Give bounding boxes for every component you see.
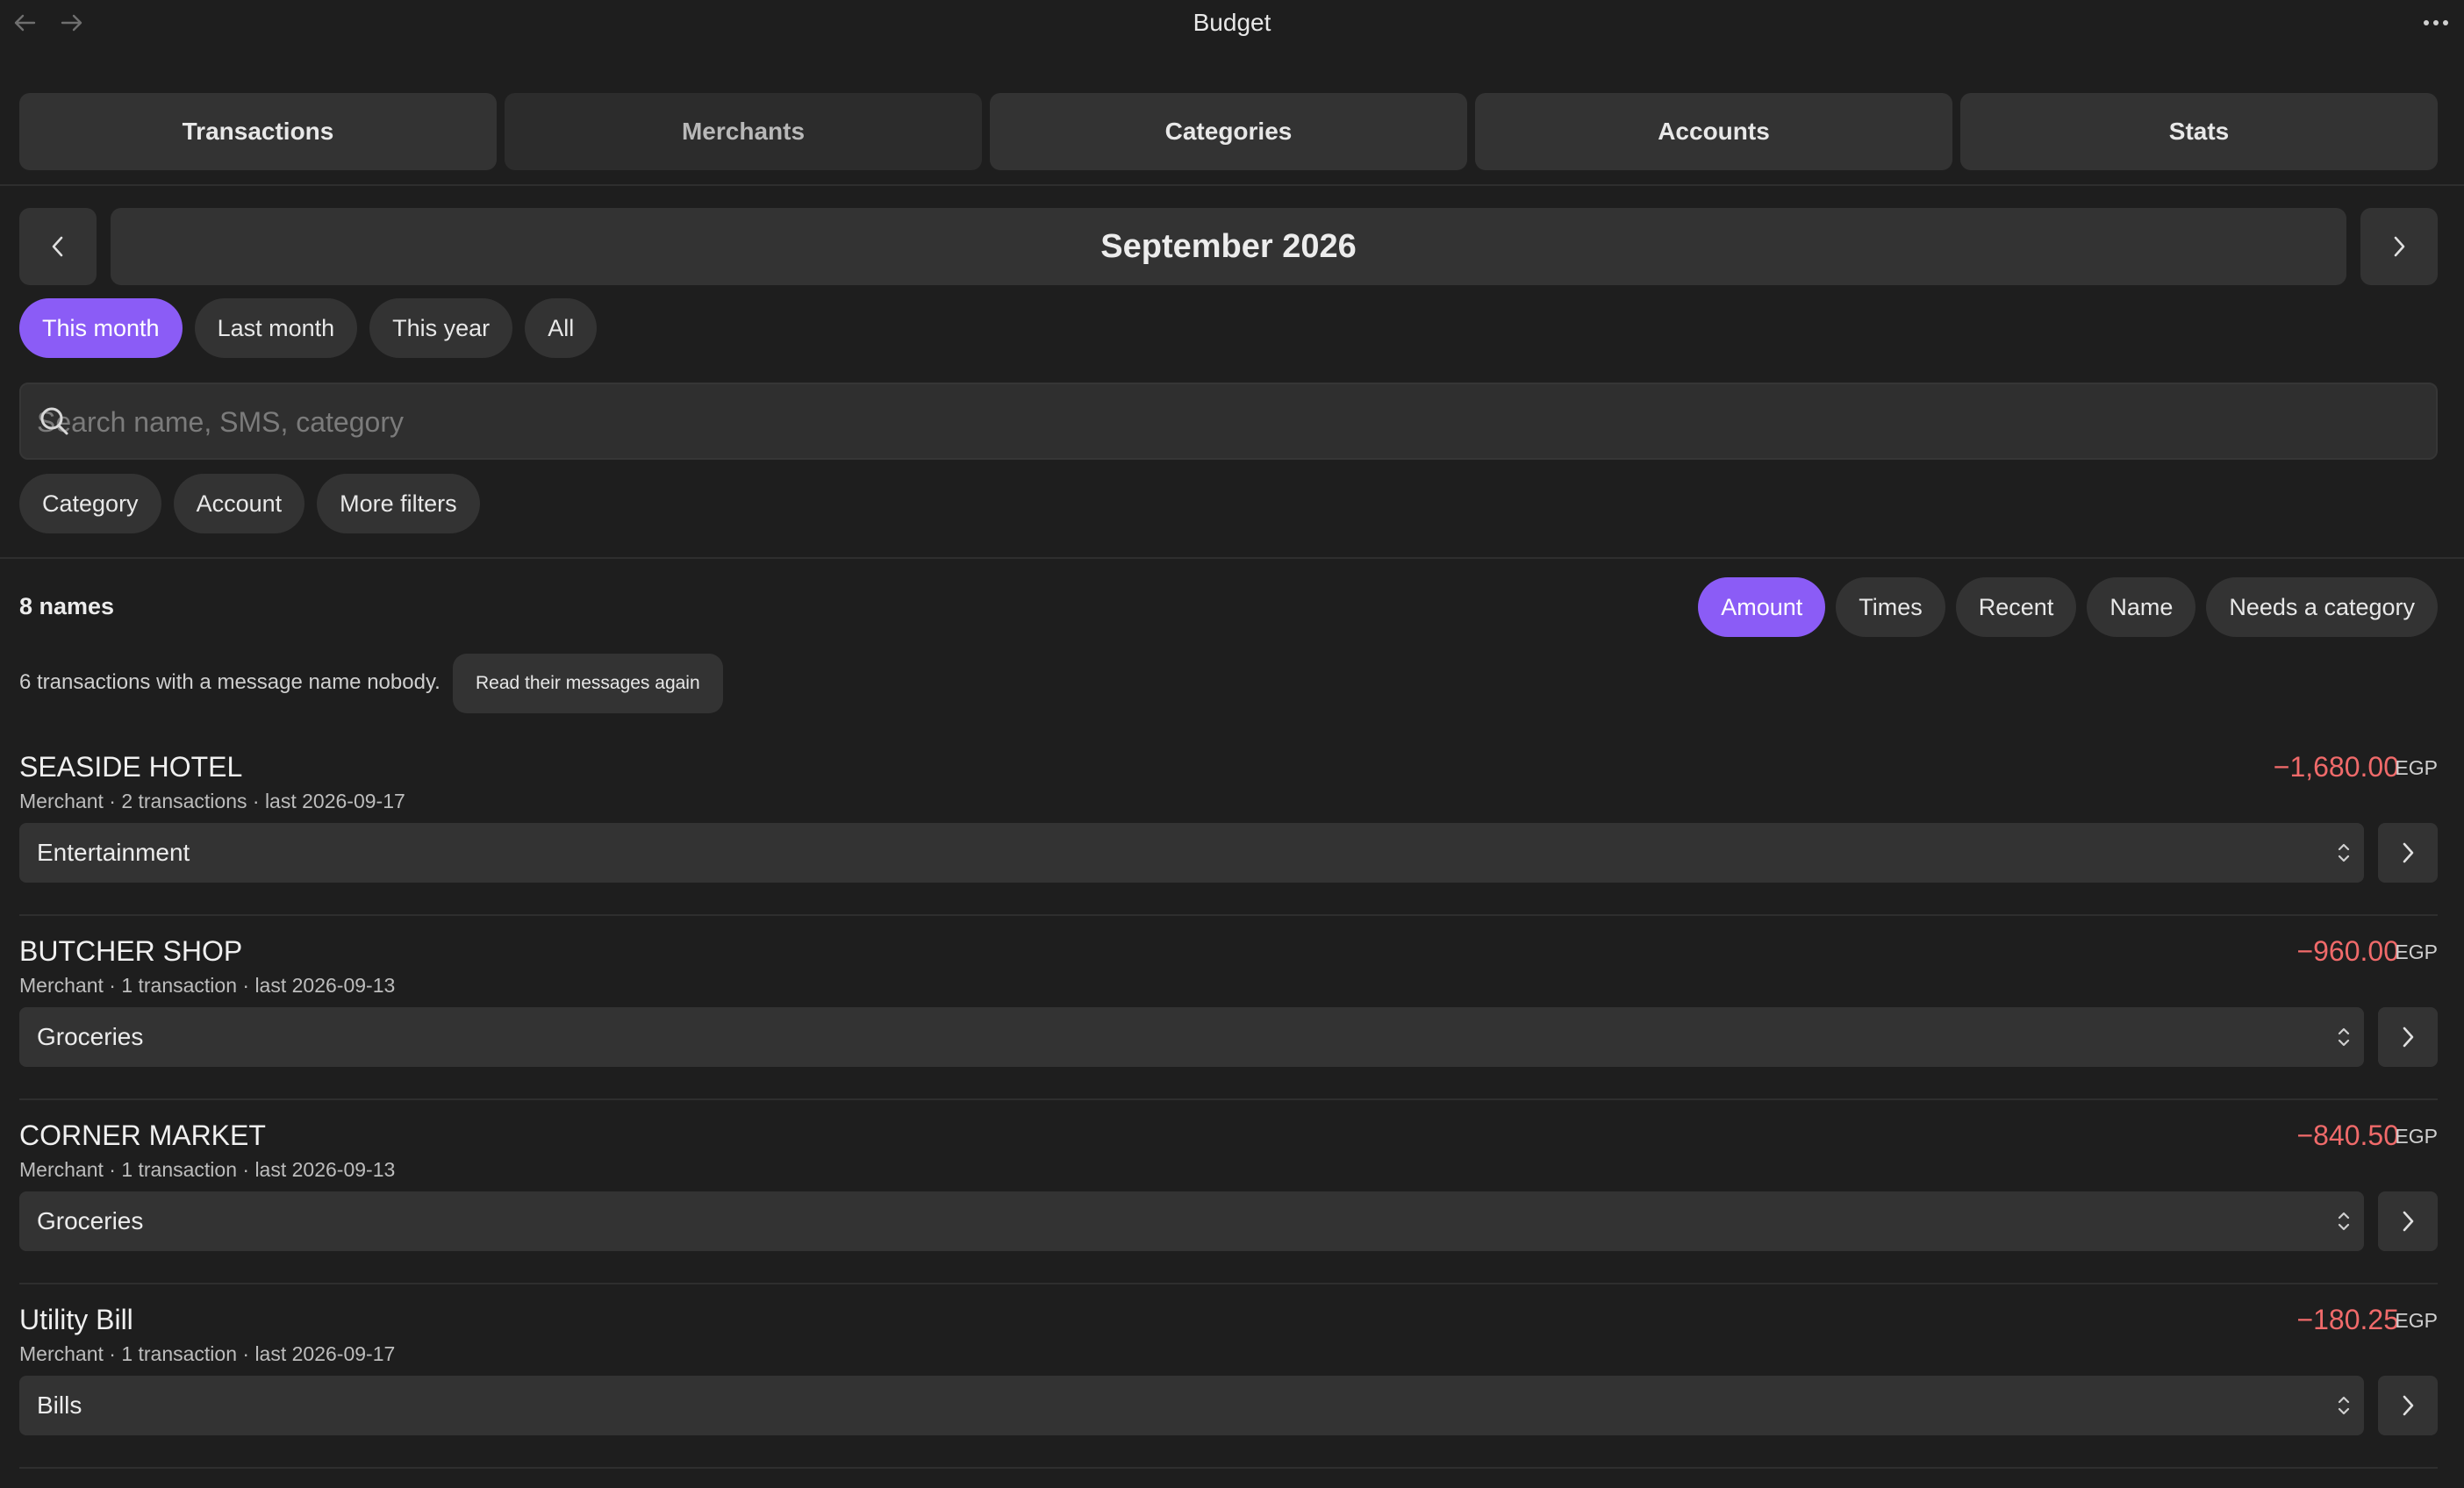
category-value: Groceries bbox=[37, 1207, 144, 1234]
merchant-name: SEASIDE HOTEL bbox=[19, 751, 243, 783]
merchant-meta: Merchant · 2 transactions · last 2026-09… bbox=[19, 790, 405, 812]
tab-stats[interactable]: Stats bbox=[1960, 93, 2438, 170]
list-item: SEASIDE HOTEL Merchant · 2 transactions … bbox=[0, 751, 2464, 935]
chevron-right-icon bbox=[2394, 236, 2405, 257]
sort-needs-category[interactable]: Needs a category bbox=[2206, 577, 2438, 637]
row-divider bbox=[19, 1098, 2438, 1100]
range-chips: This month Last month This year All bbox=[19, 298, 598, 358]
category-select[interactable]: Groceries bbox=[19, 1007, 2364, 1067]
category-value: Groceries bbox=[37, 1023, 144, 1050]
reread-messages-button[interactable]: Read their messages again bbox=[453, 654, 723, 713]
sort-times[interactable]: Times bbox=[1836, 577, 1945, 637]
filter-chips: Category Account More filters bbox=[19, 474, 480, 533]
merchant-meta: Merchant · 1 transaction · last 2026-09-… bbox=[19, 1342, 396, 1365]
merchant-amount: −840.50 bbox=[2296, 1120, 2399, 1151]
search-input[interactable] bbox=[35, 384, 2408, 460]
range-last-month[interactable]: Last month bbox=[194, 298, 358, 358]
merchant-name: Utility Bill bbox=[19, 1304, 133, 1335]
chevron-left-icon bbox=[52, 236, 63, 257]
tabs-divider bbox=[0, 184, 2464, 186]
tab-categories[interactable]: Categories bbox=[990, 93, 1467, 170]
category-select[interactable]: Bills bbox=[19, 1376, 2364, 1435]
filter-account[interactable]: Account bbox=[173, 474, 305, 533]
sort-name[interactable]: Name bbox=[2087, 577, 2196, 637]
range-all[interactable]: All bbox=[525, 298, 598, 358]
merchant-amount: −1,680.00 bbox=[2273, 751, 2399, 783]
merchant-amount: −960.00 bbox=[2296, 935, 2399, 967]
names-count: 8 names bbox=[19, 593, 115, 619]
currency-label: EGP bbox=[2395, 941, 2438, 963]
chevron-right-icon bbox=[2403, 1395, 2414, 1416]
category-select[interactable]: Entertainment bbox=[19, 823, 2364, 883]
open-merchant-button[interactable] bbox=[2378, 1191, 2438, 1251]
tab-transactions[interactable]: Transactions bbox=[19, 93, 497, 170]
chevron-right-icon bbox=[2403, 1211, 2414, 1232]
chevron-up-down-icon bbox=[2338, 1396, 2350, 1415]
sort-options: Amount Times Recent Name Needs a categor… bbox=[1698, 577, 2438, 637]
merchant-meta: Merchant · 1 transaction · last 2026-09-… bbox=[19, 974, 396, 997]
list-item: BUTCHER SHOP Merchant · 1 transaction · … bbox=[0, 935, 2464, 1120]
filter-more[interactable]: More filters bbox=[317, 474, 480, 533]
range-this-month[interactable]: This month bbox=[19, 298, 183, 358]
main-tabs: Transactions Merchants Categories Accoun… bbox=[19, 93, 2438, 170]
tab-accounts[interactable]: Accounts bbox=[1475, 93, 1952, 170]
more-options-button[interactable] bbox=[2417, 7, 2455, 39]
category-select[interactable]: Groceries bbox=[19, 1191, 2364, 1251]
merchant-amount: −180.25 bbox=[2296, 1304, 2399, 1335]
chevron-up-down-icon bbox=[2338, 843, 2350, 862]
tab-merchants[interactable]: Merchants bbox=[505, 93, 982, 170]
search-box bbox=[19, 383, 2438, 460]
chevron-up-down-icon bbox=[2338, 1027, 2350, 1047]
row-divider bbox=[19, 1283, 2438, 1284]
range-this-year[interactable]: This year bbox=[369, 298, 513, 358]
category-value: Bills bbox=[37, 1391, 82, 1419]
search-icon bbox=[40, 407, 68, 435]
filter-category[interactable]: Category bbox=[19, 474, 161, 533]
currency-label: EGP bbox=[2395, 1309, 2438, 1332]
more-horizontal-icon bbox=[2424, 20, 2448, 25]
sort-amount[interactable]: Amount bbox=[1698, 577, 1826, 637]
app-title: Budget bbox=[1193, 9, 1271, 36]
list-item: Utility Bill Merchant · 1 transaction · … bbox=[0, 1304, 2464, 1488]
merchant-name: BUTCHER SHOP bbox=[19, 935, 243, 967]
current-month-label[interactable]: September 2026 bbox=[111, 208, 2346, 285]
currency-label: EGP bbox=[2395, 1125, 2438, 1148]
open-merchant-button[interactable] bbox=[2378, 823, 2438, 883]
row-divider bbox=[19, 914, 2438, 916]
row-divider bbox=[19, 1467, 2438, 1469]
chevron-up-down-icon bbox=[2338, 1212, 2350, 1231]
merchant-name: CORNER MARKET bbox=[19, 1120, 266, 1151]
previous-month-button[interactable] bbox=[19, 208, 97, 285]
title-bar: Budget bbox=[0, 0, 2464, 47]
merchant-meta: Merchant · 1 transaction · last 2026-09-… bbox=[19, 1158, 396, 1181]
open-merchant-button[interactable] bbox=[2378, 1007, 2438, 1067]
category-value: Entertainment bbox=[37, 839, 190, 866]
list-item: CORNER MARKET Merchant · 1 transaction ·… bbox=[0, 1120, 2464, 1304]
next-month-button[interactable] bbox=[2360, 208, 2438, 285]
sort-recent[interactable]: Recent bbox=[1955, 577, 2077, 637]
chevron-right-icon bbox=[2403, 1027, 2414, 1048]
filters-divider bbox=[0, 557, 2464, 559]
open-merchant-button[interactable] bbox=[2378, 1376, 2438, 1435]
currency-label: EGP bbox=[2395, 756, 2438, 779]
chevron-right-icon bbox=[2403, 842, 2414, 863]
unnamed-notice: 6 transactions with a message name nobod… bbox=[19, 670, 441, 694]
